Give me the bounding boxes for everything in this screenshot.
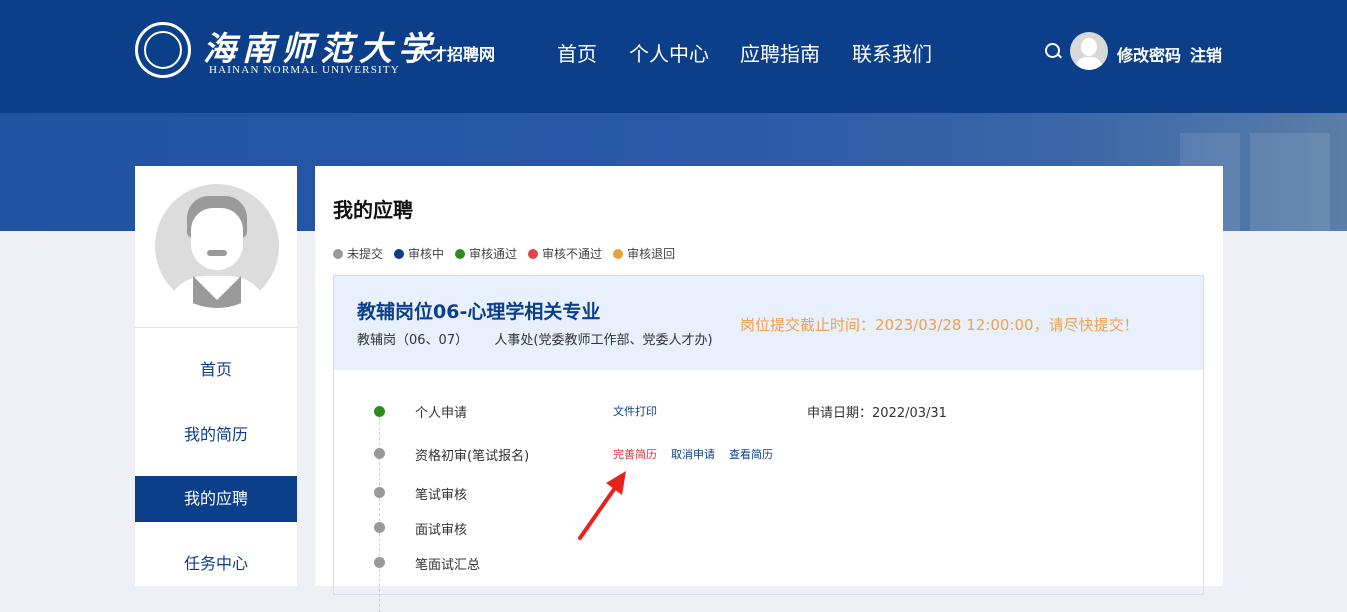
legend-label: 审核中 xyxy=(408,247,445,261)
step-label: 资格初审(笔试报名) xyxy=(415,449,530,464)
legend-item: 审核通过 xyxy=(455,245,517,262)
search-icon[interactable] xyxy=(1045,43,1060,58)
step-status-dot-icon xyxy=(374,522,385,533)
deadline-notice: 岗位提交截止时间：2023/03/28 12:00:00，请尽快提交！ xyxy=(740,316,1139,334)
banner-building xyxy=(1250,133,1330,231)
sidebar-item-my-applications[interactable]: 我的应聘 xyxy=(135,476,297,522)
complete-resume-link[interactable]: 完善简历 xyxy=(613,446,657,462)
university-name-en: HAINAN NORMAL UNIVERSITY xyxy=(209,64,400,76)
legend-label: 审核不通过 xyxy=(542,247,603,261)
sidebar-item-task-center[interactable]: 任务中心 xyxy=(135,541,297,587)
step-status-dot-icon xyxy=(374,487,385,498)
step-status-dot-icon xyxy=(374,406,385,417)
status-dot-icon xyxy=(333,248,343,259)
job-subtitle: 教辅岗（06、07） 人事处(党委教师工作部、党委人才办) xyxy=(357,329,713,348)
step-status-dot-icon xyxy=(374,557,385,568)
job-category: 教辅岗（06、07） xyxy=(357,333,469,348)
status-dot-icon xyxy=(455,248,466,259)
logout-link[interactable]: 注销 xyxy=(1190,42,1222,66)
legend-label: 未提交 xyxy=(347,247,384,261)
job-department: 人事处(党委教师工作部、党委人才办) xyxy=(494,333,713,348)
application-card-header: 教辅岗位06-心理学相关专业 教辅岗（06、07） 人事处(党委教师工作部、党委… xyxy=(334,276,1203,370)
legend-item: 审核中 xyxy=(394,245,444,262)
cancel-application-link[interactable]: 取消申请 xyxy=(671,446,715,462)
change-password-link[interactable]: 修改密码 xyxy=(1117,42,1181,66)
legend-item: 未提交 xyxy=(333,245,383,262)
status-dot-icon xyxy=(528,248,539,259)
step-label: 笔试审核 xyxy=(415,488,468,503)
print-document-link[interactable]: 文件打印 xyxy=(613,403,657,419)
legend-item: 审核不通过 xyxy=(528,245,602,262)
nav-home[interactable]: 首页 xyxy=(557,38,597,67)
nav-personal-center[interactable]: 个人中心 xyxy=(629,38,709,67)
step-label: 笔面试汇总 xyxy=(415,558,481,573)
sidebar-item-home[interactable]: 首页 xyxy=(135,347,297,393)
apply-date: 申请日期：2022/03/31 xyxy=(807,402,947,421)
nav-contact-us[interactable]: 联系我们 xyxy=(852,38,932,67)
application-card: 教辅岗位06-心理学相关专业 教辅岗（06、07） 人事处(党委教师工作部、党委… xyxy=(333,275,1204,612)
status-dot-icon xyxy=(394,248,405,259)
sidebar: 首页 我的简历 我的应聘 任务中心 xyxy=(135,166,297,586)
status-dot-icon xyxy=(613,248,624,259)
view-resume-link[interactable]: 查看简历 xyxy=(729,446,773,462)
legend-item: 审核退回 xyxy=(613,245,675,262)
timeline-line xyxy=(379,412,380,612)
step-label: 面试审核 xyxy=(415,523,468,538)
legend-label: 审核退回 xyxy=(627,247,676,261)
red-arrow-annotation-icon xyxy=(578,471,626,540)
university-seal-logo[interactable] xyxy=(135,22,191,78)
step-status-dot-icon xyxy=(374,448,385,459)
sidebar-item-my-resume[interactable]: 我的简历 xyxy=(135,412,297,458)
site-name: 人才招聘网 xyxy=(415,45,496,64)
university-name-cn: 海南师范大学 xyxy=(203,29,437,68)
sidebar-divider xyxy=(135,327,297,328)
main-content: 我的应聘 未提交 审核中 审核通过 审核不通过 审核退回 教辅岗位06-心理学相… xyxy=(315,166,1223,612)
status-legend: 未提交 审核中 审核通过 审核不通过 审核退回 xyxy=(333,245,686,262)
job-title: 教辅岗位06-心理学相关专业 xyxy=(357,301,601,323)
legend-label: 审核通过 xyxy=(469,247,518,261)
avatar[interactable] xyxy=(1070,32,1108,70)
apply-date-label: 申请日期： xyxy=(807,406,873,421)
profile-avatar xyxy=(155,184,279,308)
step-label: 个人申请 xyxy=(415,406,468,421)
nav-application-guide[interactable]: 应聘指南 xyxy=(740,38,820,67)
apply-date-value: 2022/03/31 xyxy=(872,406,947,421)
page-title: 我的应聘 xyxy=(333,198,413,222)
